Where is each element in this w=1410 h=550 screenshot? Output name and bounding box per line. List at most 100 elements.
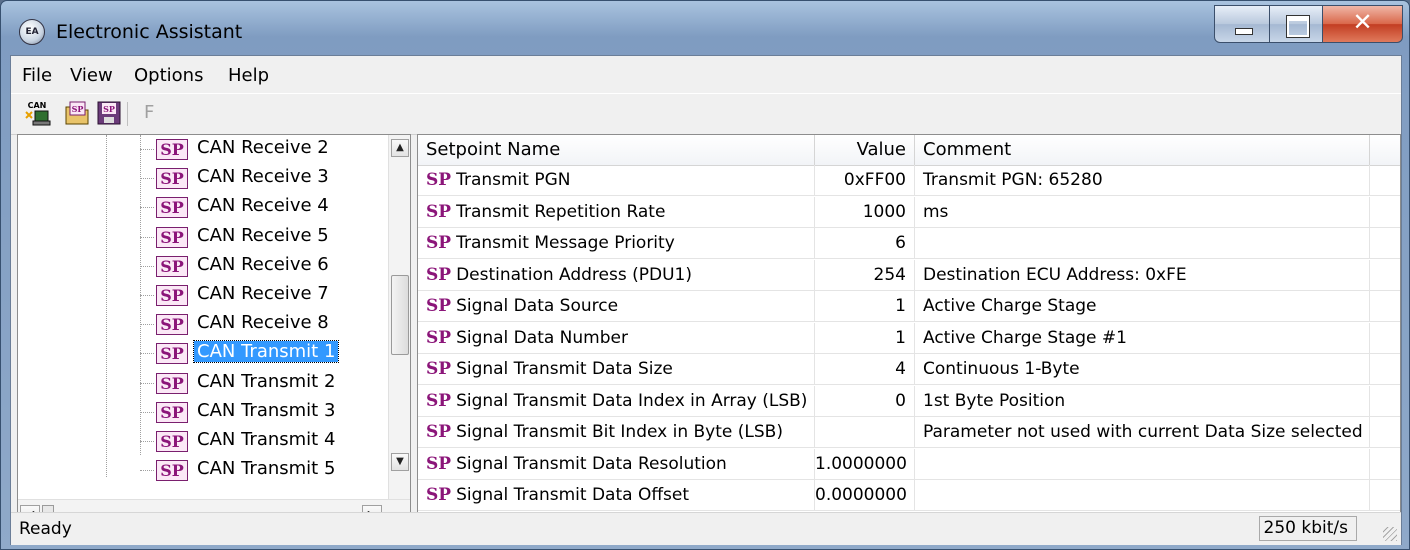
setpoint-value-cell[interactable]: 0.0000000 xyxy=(815,480,915,511)
setpoint-icon: SP xyxy=(156,226,188,248)
setpoint-name-cell: SP Signal Transmit Data Resolution xyxy=(418,448,815,480)
window-title: Electronic Assistant xyxy=(56,21,243,43)
svg-text:CAN: CAN xyxy=(28,101,47,110)
tree-connector-line xyxy=(140,207,154,209)
setpoint-value-cell[interactable]: 1 xyxy=(815,322,915,354)
resize-grip-icon[interactable] xyxy=(1383,527,1397,541)
setpoint-value-cell[interactable]: 1.0000000 xyxy=(815,448,915,480)
setpoint-icon: SP xyxy=(426,264,452,285)
menu-bar: File View Options Help xyxy=(11,56,1401,93)
save-setpoint-file-button[interactable]: SP xyxy=(95,99,123,127)
setpoint-icon: SP xyxy=(426,390,452,411)
close-icon: ✕ xyxy=(1352,8,1373,36)
setpoint-name: Signal Transmit Data Offset xyxy=(456,485,690,505)
toolbar: CAN SP SP F xyxy=(11,93,1401,135)
tree-connector-line xyxy=(140,236,154,238)
app-logo-icon: EA xyxy=(19,19,45,45)
tree-connector-line xyxy=(140,178,154,180)
open-setpoint-file-button[interactable]: SP xyxy=(63,99,91,127)
setpoint-name: Signal Data Source xyxy=(456,296,619,316)
status-text: Ready xyxy=(19,519,72,539)
setpoint-comment-cell: Continuous 1-Byte xyxy=(915,354,1370,385)
client-area: File View Options Help CAN SP SP F SP CA… xyxy=(10,55,1402,545)
table-row[interactable]: SP Signal Data Number 1 Active Charge Stage… xyxy=(418,322,1400,354)
toolbar-separator xyxy=(127,102,128,126)
setpoint-name: Transmit Message Priority xyxy=(456,233,675,253)
setpoint-icon: SP xyxy=(426,201,452,222)
setpoint-icon: SP xyxy=(426,296,452,316)
setpoint-icon: SP xyxy=(156,401,188,423)
setpoint-icon: SP xyxy=(156,431,188,452)
setpoint-comment-cell: ms xyxy=(915,196,1370,228)
setpoint-name-cell: SP Signal Transmit Data Size xyxy=(418,354,815,385)
disabled-f-button[interactable]: F xyxy=(144,102,154,123)
scroll-up-arrow-icon[interactable]: ▲ xyxy=(391,139,409,157)
setpoint-name-cell: SP Signal Transmit Bit Index in Byte (LSB… xyxy=(418,417,815,448)
setpoint-name: Transmit Repetition Rate xyxy=(456,201,666,222)
tree-item-label: CAN Transmit 2 xyxy=(197,370,336,392)
setpoint-value-cell[interactable]: 1 xyxy=(815,291,915,322)
menu-file[interactable]: File xyxy=(22,65,52,86)
setpoint-value-cell[interactable]: 0xFF00 xyxy=(815,165,915,196)
tree-item-label: CAN Transmit 3 xyxy=(197,399,336,421)
setpoint-name-cell: SP Transmit PGN xyxy=(418,165,815,196)
table-row[interactable]: SP Signal Transmit Data Offset 0.0000000 xyxy=(418,480,1400,511)
app-window: EA Electronic Assistant ✕ File View Opti… xyxy=(0,0,1410,550)
setpoint-value-cell[interactable]: 1000 xyxy=(815,196,915,228)
minimize-icon xyxy=(1235,28,1253,35)
tree-item-label: CAN Receive 3 xyxy=(197,166,329,188)
setpoint-value-cell[interactable]: 0 xyxy=(815,385,915,417)
tree-item-label: CAN Receive 6 xyxy=(197,253,329,275)
open-setpoint-file-icon: SP xyxy=(65,101,89,125)
tree-connector-line xyxy=(140,411,154,413)
tree-connector-line xyxy=(140,441,154,442)
scroll-down-arrow-icon[interactable]: ▼ xyxy=(391,453,409,471)
table-row[interactable]: SP Transmit Message Priority 6 xyxy=(418,228,1400,259)
menu-help[interactable]: Help xyxy=(228,65,269,86)
table-row[interactable]: SP Destination Address (PDU1) 254 Destinati… xyxy=(418,259,1400,291)
table-row[interactable]: SP Signal Transmit Bit Index in Byte (LSB… xyxy=(418,417,1400,448)
status-bar: Ready 250 kbit/s xyxy=(11,512,1401,545)
table-row[interactable]: SP Signal Transmit Data Resolution 1.00000… xyxy=(418,448,1400,480)
setpoint-value-cell[interactable]: 4 xyxy=(815,354,915,385)
column-comment[interactable]: Comment xyxy=(915,135,1370,165)
tree-connector-line xyxy=(140,324,154,326)
baud-rate-panel: 250 kbit/s xyxy=(1259,516,1357,541)
setpoint-name-cell: SP Signal Data Number xyxy=(418,322,815,354)
table-row[interactable]: SP Signal Transmit Data Index in Array (L… xyxy=(418,385,1400,417)
table-row[interactable]: SP Transmit Repetition Rate 1000 ms xyxy=(418,196,1400,228)
setpoint-value-cell[interactable]: 254 xyxy=(815,259,915,291)
setpoint-name-cell: SP Signal Transmit Data Offset xyxy=(418,480,815,511)
setpoint-value-cell[interactable]: 6 xyxy=(815,228,915,259)
setpoint-icon: SP xyxy=(426,359,452,379)
maximize-button[interactable] xyxy=(1269,5,1323,43)
setpoint-grid: Setpoint Name Value Comment SP Transmit P… xyxy=(417,134,1401,529)
setpoint-tree[interactable]: SP CAN Receive 2 SP CAN Receive 3 SP CAN Rece… xyxy=(17,134,411,529)
column-setpoint-name[interactable]: Setpoint Name xyxy=(418,135,815,165)
tree-connector-line xyxy=(140,353,154,355)
title-bar[interactable]: EA Electronic Assistant ✕ xyxy=(1,1,1409,53)
tree-vertical-scrollbar[interactable]: ▲ ▼ xyxy=(388,135,410,499)
menu-options[interactable]: Options xyxy=(134,65,203,86)
tree-connector-line xyxy=(140,149,154,150)
menu-view[interactable]: View xyxy=(70,65,113,86)
setpoint-comment-cell xyxy=(915,480,1370,511)
close-button[interactable]: ✕ xyxy=(1322,5,1403,43)
can-connect-icon: CAN xyxy=(25,101,51,126)
setpoint-value-cell[interactable] xyxy=(815,417,915,448)
setpoint-icon: SP xyxy=(426,233,452,253)
setpoint-comment-cell xyxy=(915,228,1370,259)
table-row[interactable]: SP Transmit PGN 0xFF00 Transmit PGN: 65280 xyxy=(418,165,1400,196)
tree-item-label: CAN Receive 8 xyxy=(197,312,329,334)
tree-connector-line xyxy=(140,470,154,472)
can-connect-button[interactable]: CAN xyxy=(23,99,51,127)
minimize-button[interactable] xyxy=(1214,5,1270,43)
setpoint-comment-cell: Parameter not used with current Data Siz… xyxy=(915,417,1370,448)
column-value[interactable]: Value xyxy=(815,135,915,165)
setpoint-icon: SP xyxy=(156,460,188,482)
tree-item-label: CAN Transmit 1 xyxy=(192,340,340,364)
scroll-thumb[interactable] xyxy=(391,275,409,355)
setpoint-icon: SP xyxy=(156,314,188,336)
table-row[interactable]: SP Signal Data Source 1 Active Charge Stage xyxy=(418,291,1400,322)
table-row[interactable]: SP Signal Transmit Data Size 4 Continuous 1… xyxy=(418,354,1400,385)
